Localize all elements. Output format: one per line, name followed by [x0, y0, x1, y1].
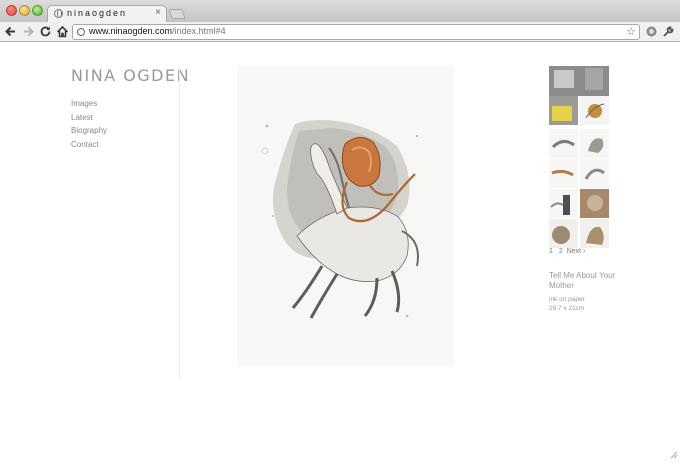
address-bar[interactable]: www.ninaogden.com/index.html#4 ☆ — [72, 24, 640, 40]
new-tab-button[interactable] — [168, 9, 186, 19]
thumbnail[interactable] — [580, 159, 609, 188]
site-title[interactable]: NINA OGDEN — [71, 66, 190, 85]
globe-icon — [54, 9, 63, 18]
url-path: /index.html#4 — [172, 26, 226, 36]
star-icon[interactable]: ☆ — [626, 25, 636, 38]
back-arrow-icon[interactable] — [4, 25, 17, 38]
thumbnail[interactable] — [580, 96, 609, 125]
forward-arrow-icon[interactable] — [22, 25, 35, 38]
tab-title: ninaogden — [67, 8, 128, 18]
wrench-icon[interactable] — [662, 25, 675, 38]
maximize-window-button[interactable] — [32, 5, 43, 16]
browser-toolbar: www.ninaogden.com/index.html#4 ☆ — [0, 22, 680, 42]
next-page-link[interactable]: Next › — [567, 248, 586, 255]
thumbnail[interactable] — [580, 219, 609, 248]
thumbnail[interactable] — [549, 129, 578, 158]
extension-icon[interactable] — [645, 25, 658, 38]
page-link-2[interactable]: 2 — [559, 248, 563, 255]
page-content: NINA OGDEN Images Latest Biography Conta… — [0, 43, 680, 459]
close-window-button[interactable] — [6, 5, 17, 16]
thumbnail[interactable] — [549, 96, 578, 125]
artwork-image — [237, 66, 453, 366]
main-nav: Images Latest Biography Contact — [71, 97, 107, 151]
thumbnail[interactable] — [580, 189, 609, 218]
thumbnail[interactable] — [549, 189, 578, 218]
minimize-window-button[interactable] — [19, 5, 30, 16]
artwork-size: 29.7 x 21cm — [549, 305, 585, 312]
browser-tab[interactable]: ninaogden × — [47, 5, 167, 22]
artwork-details: ink on paper 29.7 x 21cm — [549, 295, 585, 313]
nav-item-biography[interactable]: Biography — [71, 124, 107, 138]
home-icon[interactable] — [56, 25, 69, 38]
thumbnail[interactable] — [549, 219, 578, 248]
tab-close-icon[interactable]: × — [155, 7, 161, 18]
page-info-icon[interactable] — [77, 28, 85, 36]
column-divider — [179, 67, 180, 379]
thumbnail[interactable] — [580, 129, 609, 158]
artwork-medium: ink on paper — [549, 296, 585, 303]
url-domain: www.ninaogden.com — [89, 26, 173, 36]
window-titlebar: ninaogden × — [0, 0, 680, 22]
pagination: 1 2 Next › — [549, 248, 585, 255]
resize-grip-icon[interactable] — [670, 446, 678, 459]
nav-item-contact[interactable]: Contact — [71, 138, 107, 152]
thumbnail[interactable] — [549, 159, 578, 188]
artwork-title: Tell Me About Your Mother — [549, 271, 616, 290]
nav-item-images[interactable]: Images — [71, 97, 107, 111]
url-text[interactable]: www.ninaogden.com/index.html#4 — [89, 26, 226, 36]
nav-item-latest[interactable]: Latest — [71, 111, 107, 125]
thumbnail[interactable] — [549, 66, 609, 96]
reload-icon[interactable] — [39, 25, 52, 38]
page-link-1[interactable]: 1 — [549, 248, 553, 255]
